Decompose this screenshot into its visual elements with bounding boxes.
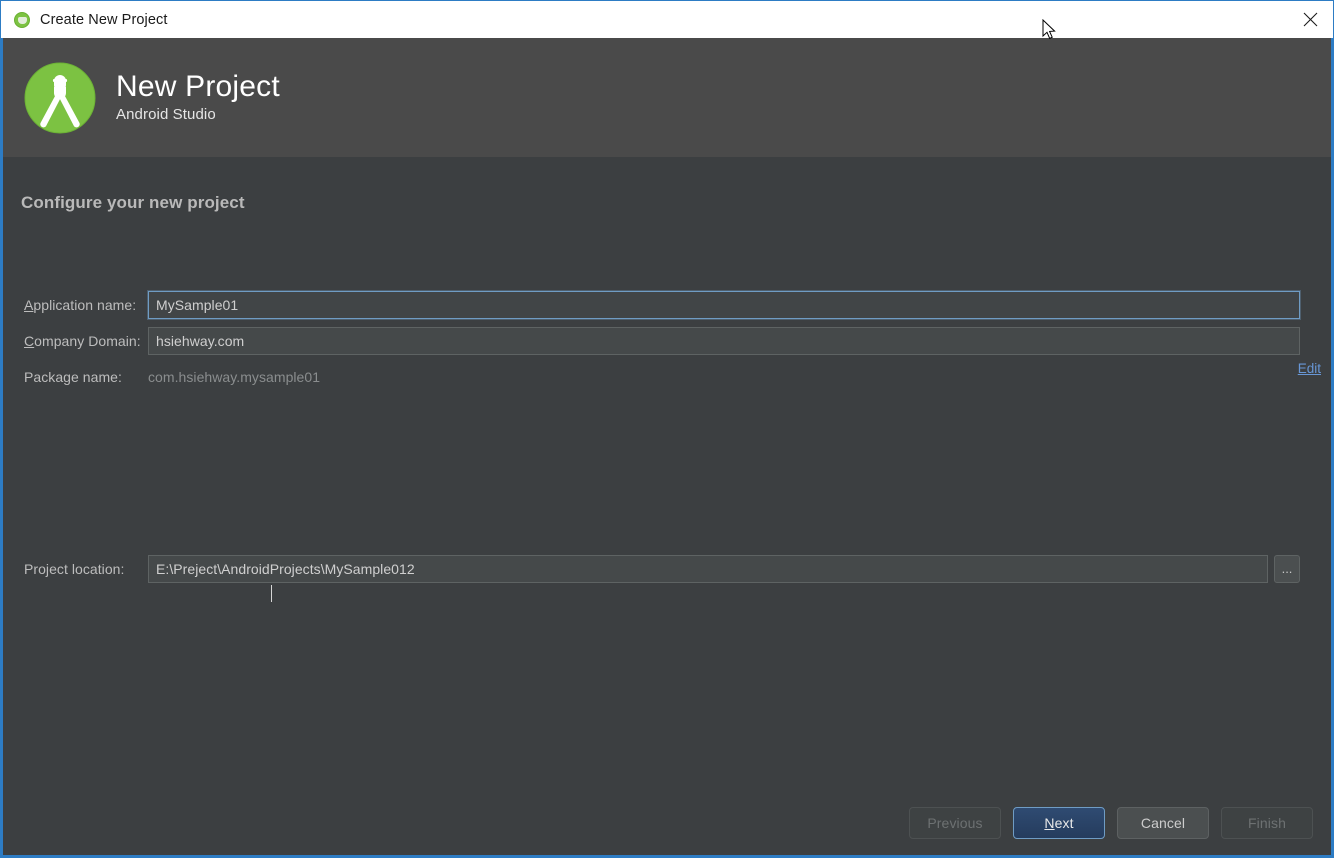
- dialog-header: New Project Android Studio: [3, 38, 1331, 157]
- project-location-input[interactable]: [148, 555, 1268, 583]
- finish-button[interactable]: Finish: [1221, 807, 1313, 839]
- text-caret: [271, 585, 272, 602]
- header-title: New Project: [116, 70, 280, 103]
- cancel-button[interactable]: Cancel: [1117, 807, 1209, 839]
- android-studio-icon: [14, 11, 30, 28]
- android-studio-logo: [24, 62, 96, 134]
- company-domain-label-text: ompany Domain:: [34, 333, 141, 349]
- close-icon: [1303, 12, 1317, 27]
- close-button[interactable]: [1287, 1, 1333, 38]
- package-name-value: com.hsiehway.mysample01: [148, 369, 321, 385]
- application-name-row: Application name:: [3, 291, 1331, 319]
- company-domain-label: Company Domain:: [3, 333, 148, 349]
- project-location-row: Project location: ...: [3, 555, 1331, 583]
- page-title: Configure your new project: [21, 193, 245, 212]
- dialog-footer: Previous Next Cancel Finish: [909, 807, 1313, 839]
- browse-folder-button[interactable]: ...: [1274, 555, 1300, 583]
- company-domain-input[interactable]: [148, 327, 1300, 355]
- next-button-label: ext: [1054, 815, 1074, 831]
- window-title: Create New Project: [40, 11, 168, 28]
- package-name-row: Package name: com.hsiehway.mysample01: [3, 363, 1331, 391]
- header-subtitle: Android Studio: [116, 106, 216, 123]
- title-bar: Create New Project: [0, 0, 1334, 38]
- company-domain-mnemonic: C: [24, 333, 35, 349]
- edit-package-link[interactable]: Edit: [1298, 361, 1321, 376]
- next-button-mnemonic: N: [1044, 815, 1055, 831]
- application-name-label: Application name:: [3, 297, 148, 313]
- header-text-group: New Project Android Studio: [116, 70, 280, 125]
- application-name-mnemonic: A: [24, 297, 34, 313]
- application-name-input[interactable]: [148, 291, 1300, 319]
- project-location-label: Project location:: [24, 561, 125, 577]
- company-domain-row: Company Domain:: [3, 327, 1331, 355]
- create-new-project-dialog: Create New Project New Project Android S…: [0, 0, 1334, 858]
- application-name-label-text: pplication name:: [33, 297, 137, 313]
- package-name-label: Package name:: [24, 369, 122, 385]
- dialog-body: Configure your new project Application n…: [3, 157, 1331, 855]
- next-button[interactable]: Next: [1013, 807, 1105, 839]
- previous-button[interactable]: Previous: [909, 807, 1001, 839]
